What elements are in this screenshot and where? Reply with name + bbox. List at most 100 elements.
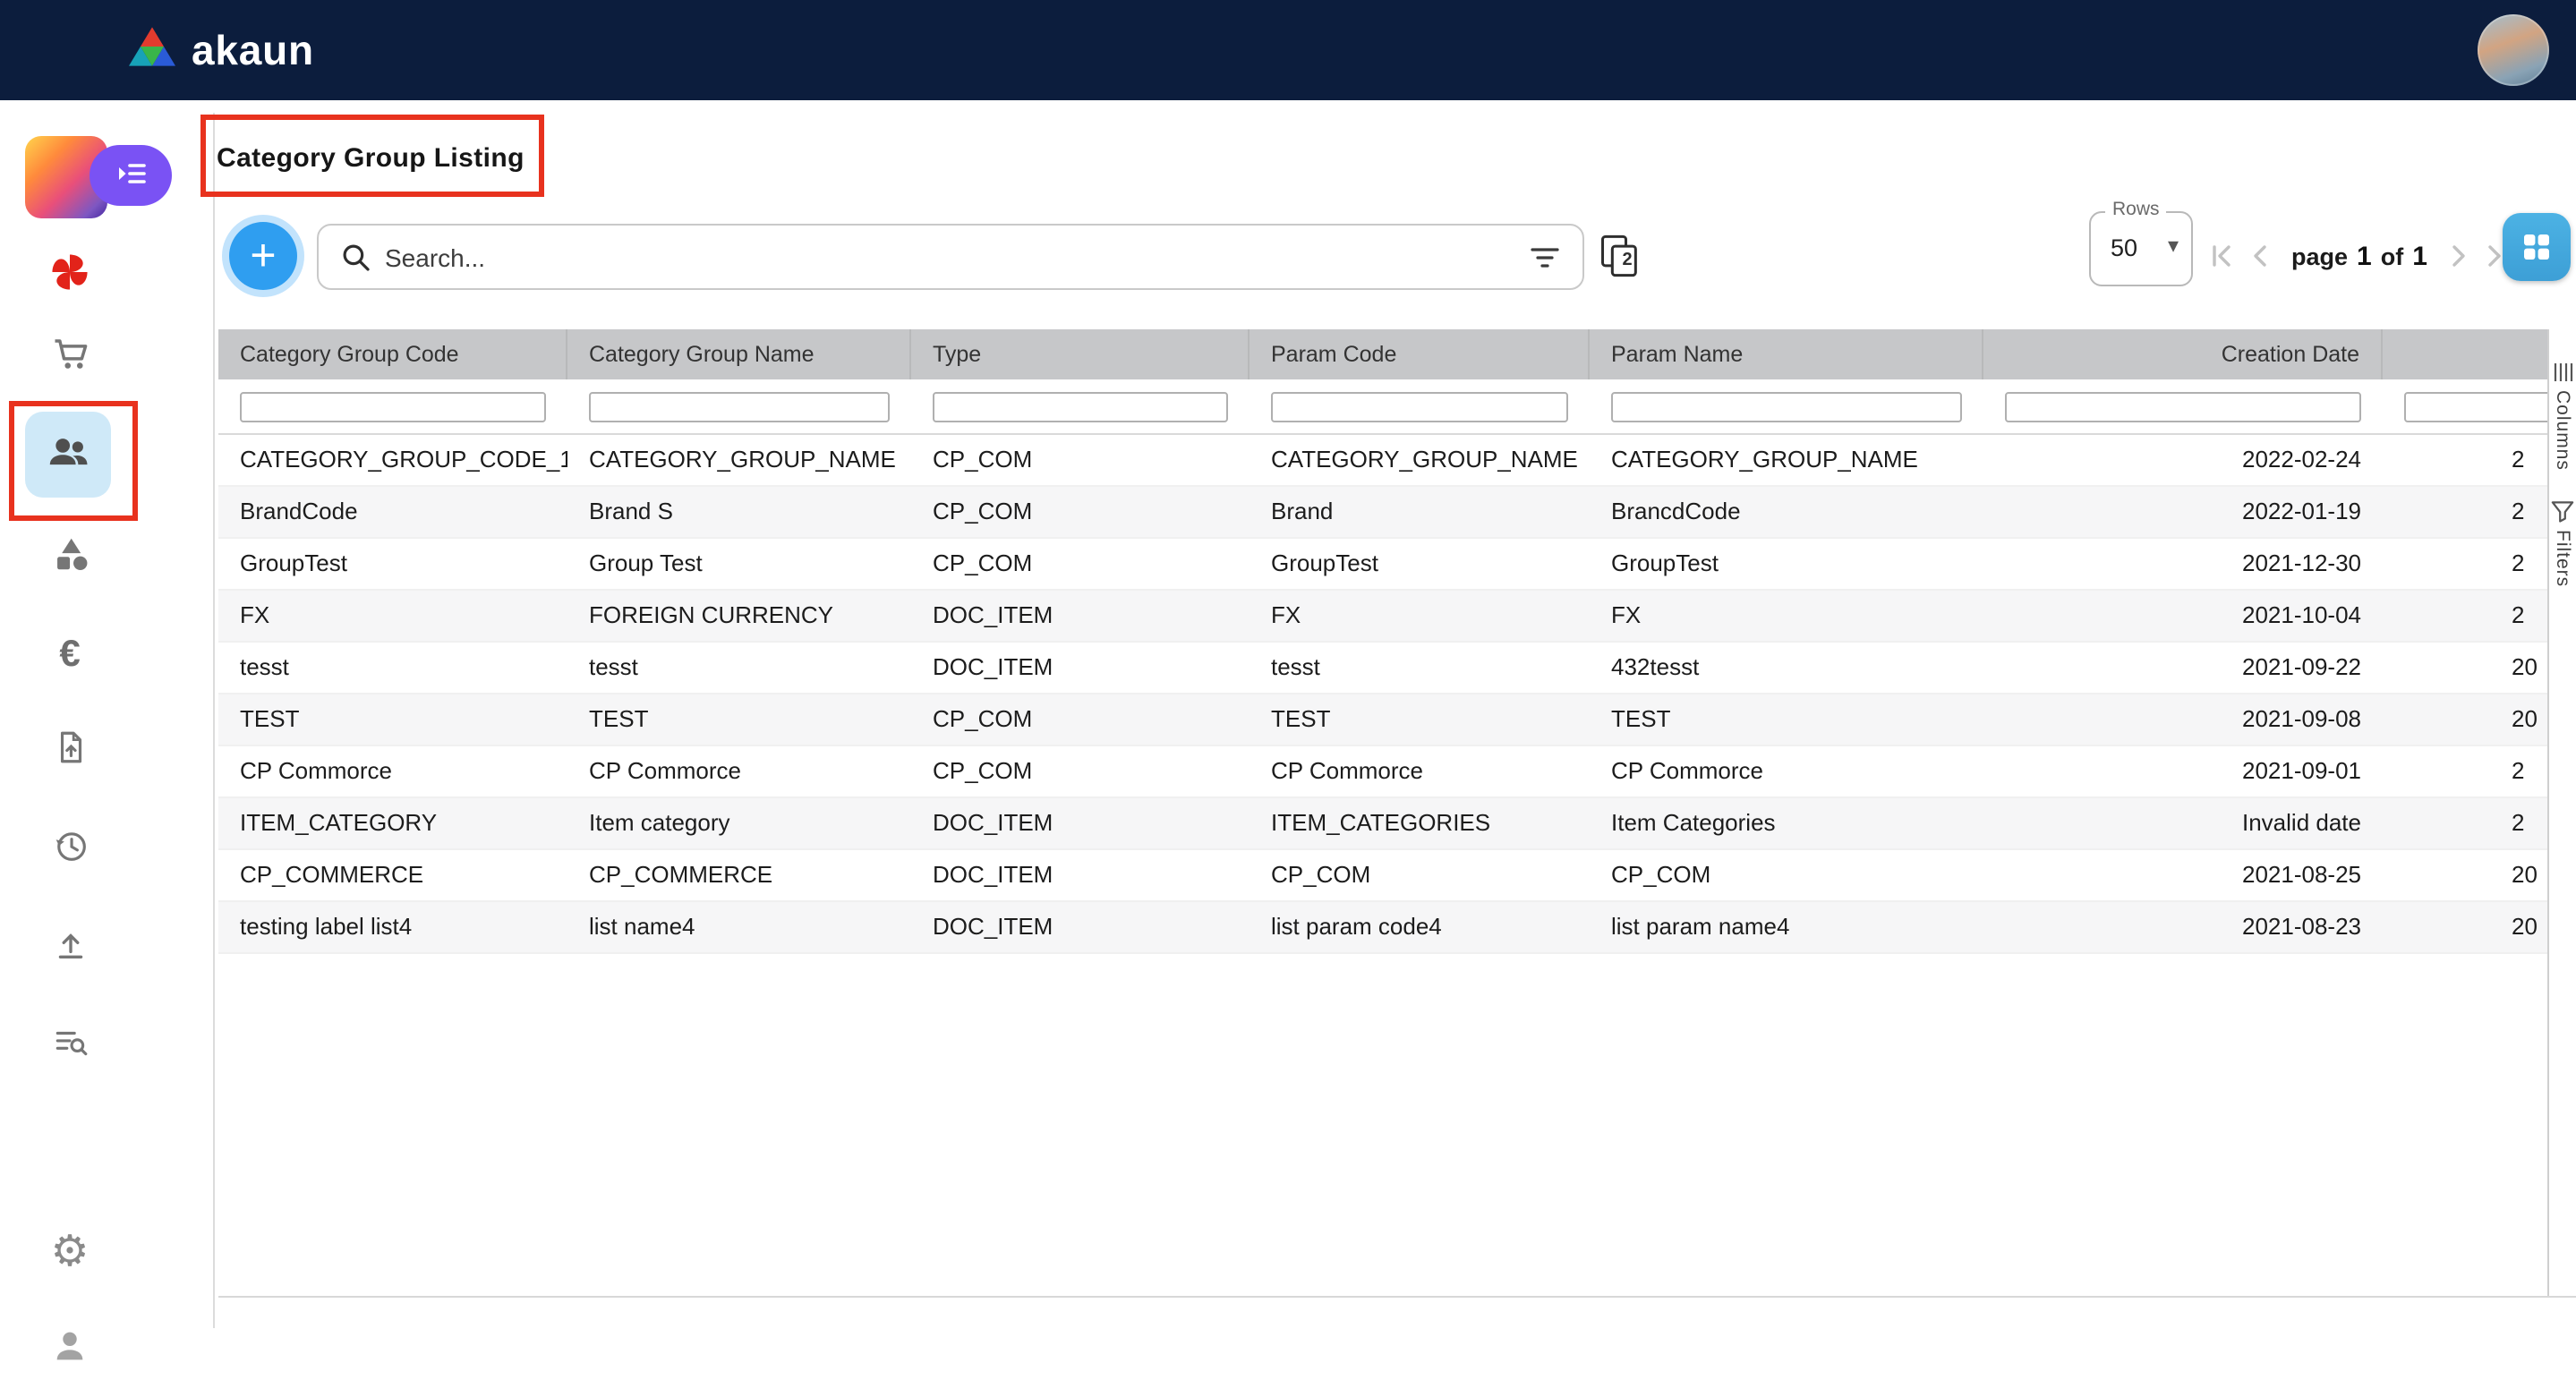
columns-icon [2552,362,2573,383]
copy-count-badge: 2 [1616,251,1638,270]
sidebar-expand-button[interactable] [90,145,172,206]
pdf-icon [50,251,90,300]
page-word: page [2291,243,2348,269]
grid-view-button[interactable] [2503,213,2571,281]
cell: GroupTest [1590,539,1983,589]
filters-panel-label: Filters [2552,530,2573,587]
column-header[interactable]: Category Group Code [218,329,567,379]
akaun-logo-icon [129,24,175,76]
cell: ITEM_CATEGORIES [1250,798,1590,848]
cell: 20 [2383,694,2547,745]
first-page-button[interactable] [2205,240,2238,272]
table-side-panel: Columns Filters [2547,329,2576,1296]
brand[interactable]: akaun [129,24,314,76]
filter-list-icon[interactable] [1529,241,1561,273]
table-row[interactable]: TESTTESTCP_COMTESTTEST2021-09-0820 [218,694,2547,746]
column-filter-input[interactable] [933,391,1228,422]
sidebar-item-currency[interactable]: € [45,628,95,678]
cell: 2021-08-23 [1983,902,2383,952]
cell: CP Commorce [567,746,911,796]
cell: Group Test [567,539,911,589]
cell: tesst [1250,643,1590,693]
column-header[interactable] [2383,329,2547,379]
table-row[interactable]: testing label list4list name4DOC_ITEMlis… [218,902,2547,954]
sidebar-item-upload[interactable] [45,924,95,974]
column-header[interactable]: Creation Date [1983,329,2383,379]
cell: CP Commorce [1590,746,1983,796]
sidebar: € [0,100,138,1380]
history-icon [51,827,89,873]
table-row[interactable]: BrandCodeBrand SCP_COMBrandBrancdCode202… [218,487,2547,539]
table-row[interactable]: GroupTestGroup TestCP_COMGroupTestGroupT… [218,539,2547,591]
add-button[interactable]: + [229,222,297,290]
table-row[interactable]: tessttesstDOC_ITEMtesst432tesst2021-09-2… [218,643,2547,694]
columns-panel-label: Columns [2552,390,2573,471]
sidebar-item-file-upload[interactable] [45,727,95,777]
cell: 20 [2383,902,2547,952]
table-row[interactable]: CATEGORY_GROUP_CODE_1 CATEGORY_GROUP_NAME… [218,435,2547,487]
rows-label: Rows [2105,199,2167,220]
total-pages-number: 1 [2412,241,2427,271]
table-row[interactable]: CP CommorceCP CommorceCP_COMCP CommorceC… [218,746,2547,798]
upload-icon [51,925,89,972]
cell: CP_COM [911,487,1250,537]
column-filter-input[interactable] [2404,391,2547,422]
euro-icon: € [59,635,80,672]
column-header[interactable]: Type [911,329,1250,379]
column-filter-input[interactable] [1611,391,1962,422]
app-root: akaun [0,0,2576,1380]
search-input[interactable] [381,241,1529,273]
cell: CP_COM [1250,850,1590,900]
column-header[interactable]: Category Group Name [567,329,911,379]
cell: CATEGORY_GROUP_CODE_1 [218,435,567,485]
column-header[interactable]: Param Code [1250,329,1590,379]
sidebar-item-cart[interactable] [45,333,95,383]
filters-panel-toggle[interactable]: Filters [2551,499,2574,587]
sidebar-item-profile[interactable] [45,1325,95,1375]
table-body: CATEGORY_GROUP_CODE_1 CATEGORY_GROUP_NAME… [218,435,2547,954]
cell: CP_COMMERCE [567,850,911,900]
sidebar-item-pdf[interactable] [45,251,95,301]
sidebar-item-settings[interactable]: ⚙ [45,1226,95,1276]
cell: 20 [2383,850,2547,900]
rows-per-page-select[interactable]: Rows 50 ▾ [2089,211,2193,286]
sidebar-item-contacts-active[interactable] [25,412,111,498]
menu-toggle-icon [114,157,148,194]
cell: tesst [567,643,911,693]
cell: CATEGORY_GROUP_NAME [1590,435,1983,485]
cell: DOC_ITEM [911,798,1250,848]
table-row[interactable]: CP_COMMERCECP_COMMERCEDOC_ITEMCP_COMCP_C… [218,850,2547,902]
user-avatar[interactable] [2478,14,2549,86]
columns-panel-toggle[interactable]: Columns [2552,362,2573,471]
file-upload-icon [51,728,89,775]
copy-pages-button[interactable]: 2 [1597,233,1643,279]
next-page-button[interactable] [2442,240,2474,272]
column-filter-input[interactable] [1271,391,1568,422]
table-row[interactable]: ITEM_CATEGORYItem categoryDOC_ITEMITEM_C… [218,798,2547,850]
current-page-number: 1 [2357,241,2372,271]
sidebar-item-history[interactable] [45,825,95,875]
cell: CP_COM [911,539,1250,589]
search-box [317,224,1584,290]
cell: 2022-01-19 [1983,487,2383,537]
column-header[interactable]: Param Name [1590,329,1983,379]
brand-name: akaun [192,26,314,74]
sidebar-item-list-search[interactable] [45,1022,95,1072]
cell: FOREIGN CURRENCY [567,591,911,641]
table-row[interactable]: FXFOREIGN CURRENCYDOC_ITEMFXFX2021-10-04… [218,591,2547,643]
sidebar-item-categories[interactable] [45,533,95,584]
filter-cell [567,390,911,422]
column-filter-input[interactable] [240,391,546,422]
filter-cell [911,390,1250,422]
column-filter-input[interactable] [589,391,890,422]
filter-cell [1983,390,2383,422]
column-filter-input[interactable] [2005,391,2361,422]
rows-value: 50 [2111,234,2137,261]
cell: CP_COM [1590,850,1983,900]
cell: CP_COM [911,435,1250,485]
cell: 2021-10-04 [1983,591,2383,641]
previous-page-button[interactable] [2245,240,2277,272]
cell: CATEGORY_GROUP_NAME [1250,435,1590,485]
category-shapes-icon [51,535,89,582]
top-header-bar: akaun [0,0,2576,100]
